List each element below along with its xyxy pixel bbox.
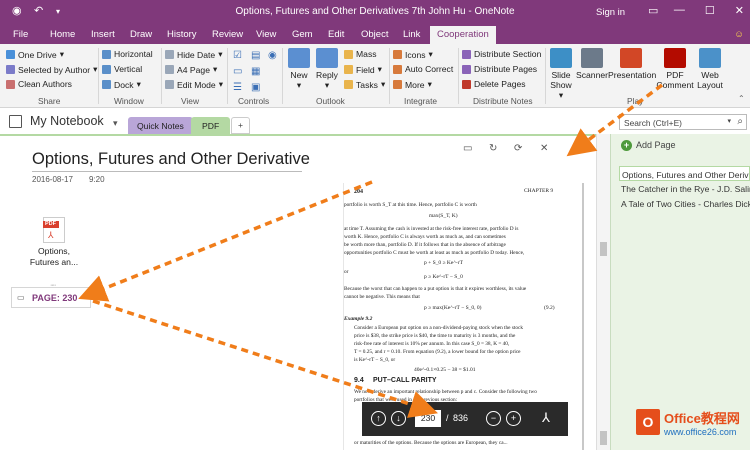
- arrow-to-comment: [78, 180, 373, 302]
- brand-name: Office教程网: [664, 411, 740, 426]
- office-logo-icon: O: [636, 409, 660, 435]
- annotation-arrows: [78, 83, 664, 418]
- arrow-to-page-number: [92, 299, 438, 418]
- watermark-brand: O Office教程网 www.office26.com: [636, 405, 748, 445]
- arrow-to-pdf-close: [566, 83, 664, 157]
- brand-url: www.office26.com: [664, 427, 737, 437]
